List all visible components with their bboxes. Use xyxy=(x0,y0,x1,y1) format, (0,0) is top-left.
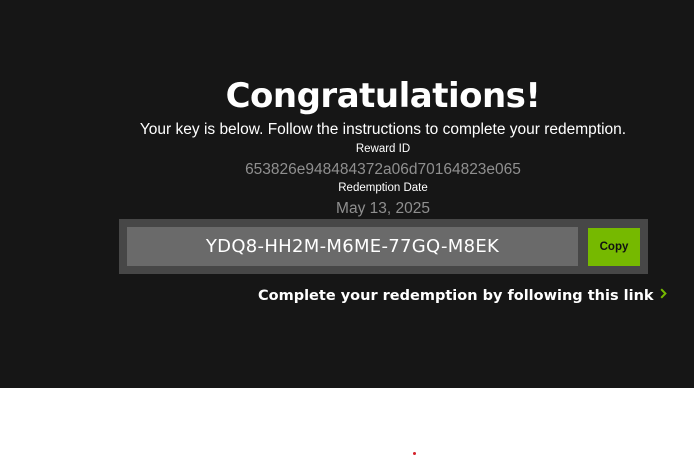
instructions-text: Your key is below. Follow the instructio… xyxy=(139,121,627,138)
redemption-link[interactable]: Complete your redemption by following th… xyxy=(258,286,667,306)
decorative-dot xyxy=(413,452,416,455)
chevron-right-icon xyxy=(660,285,667,305)
copy-button[interactable]: Copy xyxy=(588,228,640,266)
key-panel: YDQ8-HH2M-M6ME-77GQ-M8EK Copy xyxy=(119,219,648,274)
redemption-link-label: Complete your redemption by following th… xyxy=(258,288,654,304)
page-title: Congratulations! xyxy=(225,76,541,116)
redemption-date-label: Redemption Date xyxy=(338,182,428,194)
redemption-date-value: May 13, 2025 xyxy=(336,200,430,217)
redemption-hero: Congratulations! Your key is below. Foll… xyxy=(0,0,694,388)
reward-id-label: Reward ID xyxy=(355,143,411,155)
page: Congratulations! Your key is below. Foll… xyxy=(0,0,694,457)
reward-id-value: 653826e948484372a06d70164823e065 xyxy=(245,161,521,178)
redemption-key-field[interactable]: YDQ8-HH2M-M6ME-77GQ-M8EK xyxy=(127,227,578,266)
